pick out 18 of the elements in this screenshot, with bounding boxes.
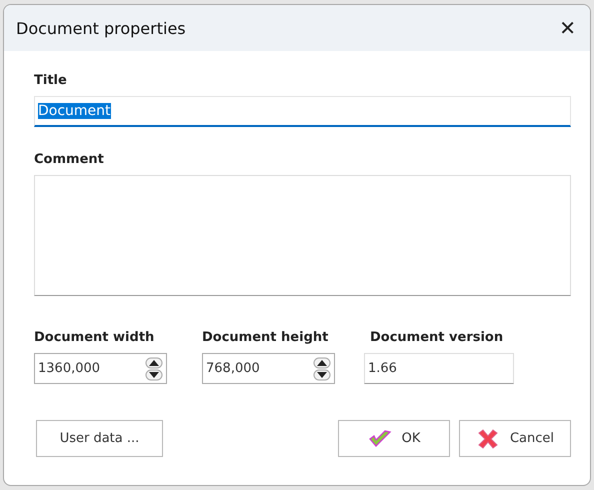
field-label: Document height — [202, 330, 330, 345]
spin-arrows-icon[interactable] — [313, 356, 331, 380]
spinner-field[interactable]: 1360,000 — [34, 353, 167, 384]
checkmark-icon — [368, 428, 392, 450]
version-input[interactable]: 1.66 — [364, 353, 514, 384]
field-label: Document version — [370, 330, 504, 345]
cross-icon — [476, 428, 500, 450]
ok-button[interactable]: OK — [338, 420, 450, 457]
close-icon[interactable]: ✕ — [559, 18, 576, 38]
spinner-field[interactable]: 768,000 — [202, 353, 335, 384]
cancel-button[interactable]: Cancel — [459, 420, 571, 457]
window-title: Document properties — [16, 18, 186, 38]
title-input[interactable]: Document — [34, 96, 571, 127]
field-label: Document width — [34, 330, 156, 345]
field-label: Title — [34, 73, 68, 88]
spin-arrows-icon[interactable] — [145, 356, 163, 380]
field-label: Comment — [34, 152, 105, 167]
user-data-button[interactable]: User data ... — [36, 420, 163, 457]
